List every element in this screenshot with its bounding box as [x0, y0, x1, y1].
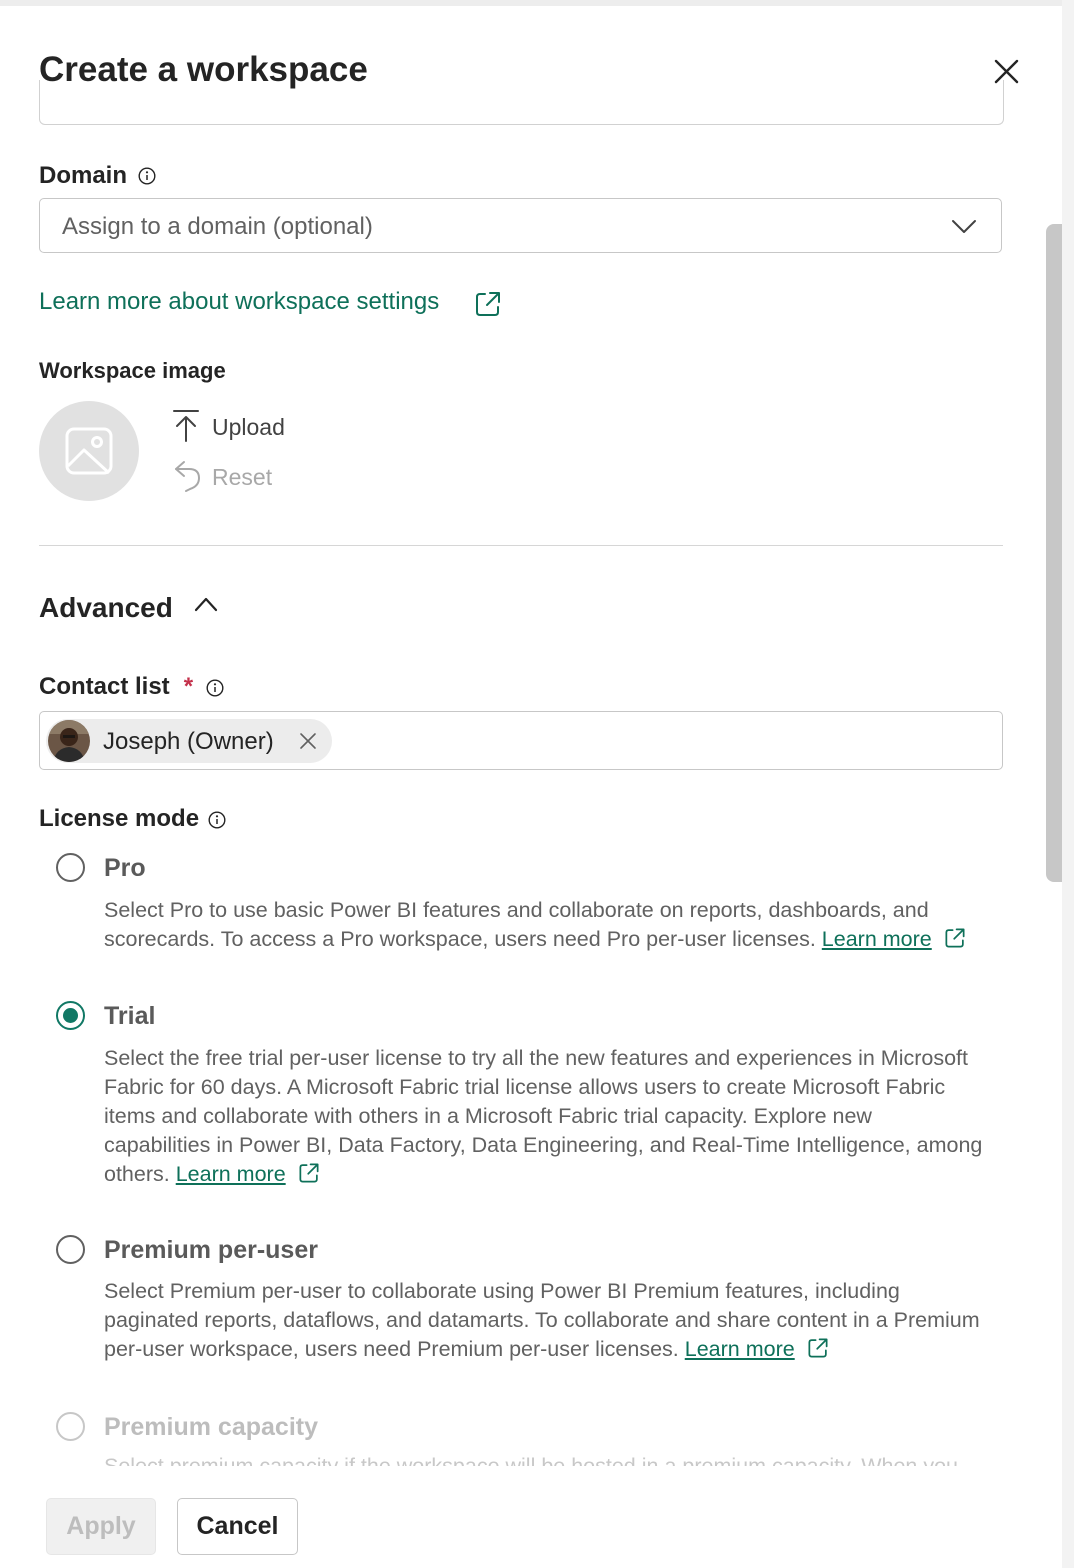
dialog-footer: Apply Cancel	[0, 1468, 1062, 1568]
radio-trial[interactable]	[56, 1001, 85, 1030]
chevron-up-icon	[194, 597, 217, 612]
license-option-title: Trial	[104, 1002, 156, 1030]
contact-chip[interactable]: Joseph (Owner)	[46, 719, 332, 763]
license-option-description: Select Premium per-user to collaborate u…	[104, 1277, 984, 1364]
learn-more-link[interactable]: Learn more	[176, 1162, 286, 1186]
advanced-toggle[interactable]: Advanced	[39, 592, 219, 624]
cancel-button[interactable]: Cancel	[177, 1498, 298, 1555]
scrollbar-thumb[interactable]	[1046, 224, 1062, 882]
external-link-icon[interactable]	[944, 927, 966, 949]
domain-select-placeholder: Assign to a domain (optional)	[62, 213, 373, 240]
license-option-description-text: Select Premium per-user to collaborate u…	[104, 1279, 980, 1361]
apply-button[interactable]: Apply	[46, 1498, 156, 1555]
undo-icon	[175, 461, 201, 492]
image-icon	[65, 427, 113, 475]
upload-label: Upload	[212, 414, 285, 440]
domain-select[interactable]: Assign to a domain (optional)	[39, 198, 1002, 253]
domain-label: Domain	[39, 162, 128, 189]
license-mode-label: License mode	[39, 805, 200, 832]
license-option-title: Pro	[104, 854, 146, 882]
license-option-description-text: Select Pro to use basic Power BI feature…	[104, 898, 929, 951]
info-icon[interactable]	[208, 811, 226, 829]
radio-pro[interactable]	[56, 853, 85, 882]
workspace-image-label: Workspace image	[39, 358, 226, 383]
contact-chip-name: Joseph (Owner)	[103, 728, 274, 755]
external-link-icon[interactable]	[298, 1162, 320, 1184]
learn-more-link[interactable]: Learn more	[822, 927, 932, 951]
contact-list-label-text: Contact list	[39, 673, 170, 700]
chevron-down-icon	[952, 220, 976, 233]
section-divider	[39, 545, 1003, 546]
contact-list-input[interactable]: Joseph (Owner)	[39, 711, 1003, 770]
avatar	[48, 720, 90, 762]
top-edge	[0, 0, 1062, 6]
learn-more-workspace-settings-link[interactable]: Learn more about workspace settings	[39, 288, 439, 316]
license-option-description: Select premium capacity if the workspace…	[104, 1452, 984, 1466]
advanced-label: Advanced	[39, 592, 173, 623]
license-option-description: Select Pro to use basic Power BI feature…	[104, 896, 984, 954]
external-link-icon[interactable]	[807, 1337, 829, 1359]
license-option-title: Premium capacity	[104, 1413, 318, 1441]
radio-premium-capacity[interactable]	[56, 1412, 85, 1441]
learn-more-link[interactable]: Learn more	[685, 1337, 795, 1361]
remove-contact-icon[interactable]	[298, 731, 318, 751]
info-icon[interactable]	[206, 679, 224, 697]
external-link-icon[interactable]	[474, 290, 502, 318]
required-asterisk: *	[183, 673, 194, 700]
contact-list-label: Contact list *	[39, 673, 193, 701]
license-option-description: Select the free trial per-user license t…	[104, 1044, 984, 1189]
reset-label: Reset	[212, 464, 273, 490]
workspace-name-input[interactable]	[39, 80, 1004, 125]
scrollbar-track[interactable]	[1062, 0, 1074, 1568]
upload-icon	[173, 410, 199, 442]
workspace-image-placeholder	[39, 401, 139, 501]
license-option-title: Premium per-user	[104, 1236, 318, 1264]
radio-premium-per-user[interactable]	[56, 1235, 85, 1264]
info-icon[interactable]	[138, 167, 156, 185]
license-option-description-text: Select premium capacity if the workspace…	[104, 1454, 959, 1466]
